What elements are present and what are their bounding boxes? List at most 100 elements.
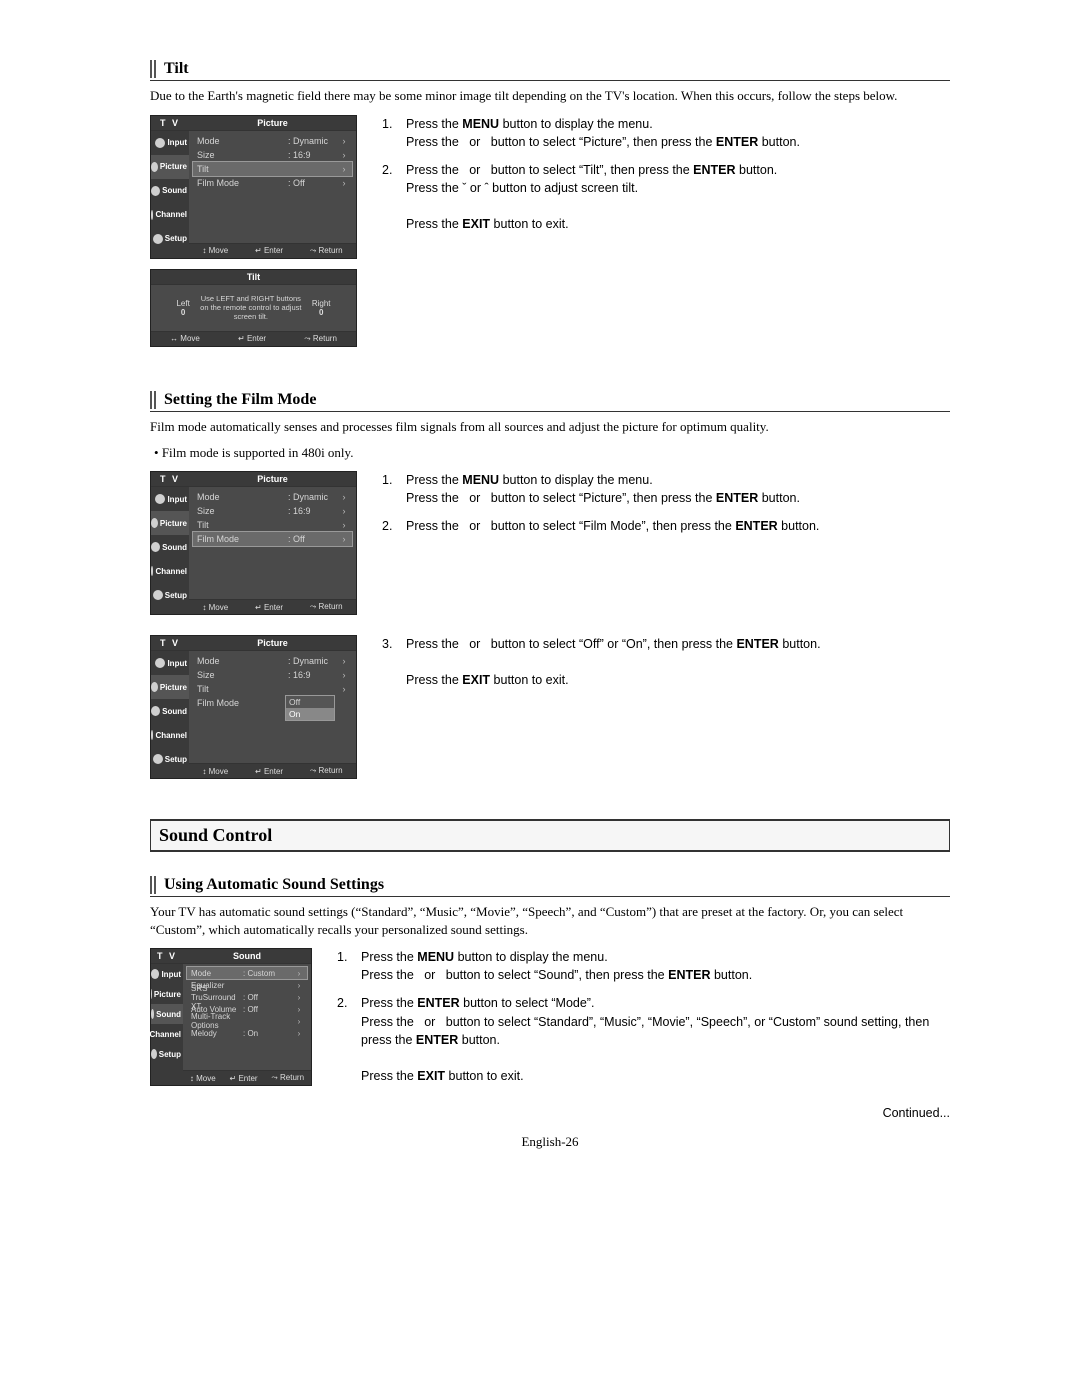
osd-tv-label: T V	[151, 949, 183, 963]
section-intro: Due to the Earth's magnetic field there …	[150, 87, 950, 105]
osd-footer: ↕ Move↵ Enter⤳ Return	[189, 763, 356, 778]
osd-main: Mode: Custom› Equalizer› SRS TruSurround…	[183, 964, 311, 1085]
osd-title: Picture	[189, 116, 356, 130]
side-setup: Setup	[151, 583, 189, 607]
side-channel: Channel	[151, 203, 189, 227]
section-heading-tilt: Tilt	[150, 60, 950, 78]
tilt-message: Use LEFT and RIGHT buttons on the remote…	[196, 294, 306, 321]
osd-sidebar: Input Picture Sound Channel Setup	[151, 487, 189, 614]
side-picture: Picture	[151, 155, 189, 179]
instruction-column: 1.Press the MENU button to display the m…	[337, 948, 950, 1096]
osd-column: T V Picture Input Picture Sound Channel …	[150, 471, 360, 625]
section-title-sound-control: Sound Control	[150, 819, 950, 852]
side-sound: Sound	[151, 1004, 183, 1024]
osd-row-selected: Tilt›	[193, 162, 352, 176]
arrow-icon: ›	[340, 178, 348, 188]
setup-icon	[153, 590, 163, 600]
osd-column: T V Picture Input Picture Sound Channel …	[150, 115, 360, 357]
tilt-left: Left 0	[176, 299, 189, 317]
picture-icon	[151, 162, 158, 172]
side-sound: Sound	[151, 179, 189, 203]
section-heading-filmmode: Setting the Film Mode	[150, 391, 950, 409]
arrow-icon: ›	[340, 136, 348, 146]
osd-footer: ↕ Move↵ Enter⤳ Return	[189, 599, 356, 614]
side-setup: Setup	[151, 227, 189, 251]
osd-row-selected: Mode: Custom›	[187, 967, 307, 979]
osd-row: Film Mode: Off›	[193, 176, 352, 190]
side-channel: Channel	[151, 559, 189, 583]
picture-icon	[151, 682, 158, 692]
osd-sidebar: Input Picture Sound Channel Setup	[151, 131, 189, 258]
osd-picture-filmmode-hl: T V Picture Input Picture Sound Channel …	[150, 471, 357, 615]
osd-main: Mode: Dynamic› Size: 16:9› Tilt› Film Mo…	[189, 131, 356, 258]
instruction-column: 3.Press the or button to select “Off” or…	[382, 635, 950, 789]
note: • Film mode is supported in 480i only.	[154, 445, 950, 461]
side-setup: Setup	[151, 747, 189, 771]
dropdown-option-selected: On	[286, 708, 334, 720]
sound-icon	[151, 706, 160, 716]
setup-icon	[153, 234, 163, 244]
content-row: T V Picture Input Picture Sound Channel …	[150, 635, 950, 789]
content-row: T V Picture Input Picture Sound Channel …	[150, 115, 950, 357]
osd-row: Size: 16:9›	[193, 504, 352, 518]
section-intro: Film mode automatically senses and proce…	[150, 418, 950, 436]
content-row: T V Sound Input Picture Sound Channel Se…	[150, 948, 950, 1096]
input-icon	[155, 138, 165, 148]
osd-row: Size: 16:9›	[193, 668, 352, 682]
osd-row: Melody: On›	[187, 1027, 307, 1039]
side-setup: Setup	[151, 1044, 183, 1064]
section-heading-autosound: Using Automatic Sound Settings	[150, 876, 950, 894]
osd-row: SRS TruSurround XT: Off›	[187, 991, 307, 1003]
side-channel: Channel	[151, 1024, 183, 1044]
osd-row-selected: Film Mode: Off›	[193, 532, 352, 546]
dropdown-option: Off	[286, 696, 334, 708]
step: 1.Press the MENU button to display the m…	[337, 948, 950, 984]
osd-main: Mode: Dynamic› Size: 16:9› Tilt› Film Mo…	[189, 487, 356, 614]
osd-footer: ↕ Move ↵ Enter ⤳ Return	[189, 243, 356, 258]
instruction-column: 1.Press the MENU button to display the m…	[382, 471, 950, 625]
osd-title: Tilt	[151, 270, 356, 284]
osd-footer: ↔ Move ↵ Enter ⤳ Return	[151, 331, 356, 346]
side-input: Input	[151, 651, 189, 675]
setup-icon	[151, 1049, 157, 1059]
content-row: T V Picture Input Picture Sound Channel …	[150, 471, 950, 625]
side-picture: Picture	[151, 984, 183, 1004]
side-input: Input	[151, 964, 183, 984]
rule	[150, 896, 950, 897]
osd-column: T V Sound Input Picture Sound Channel Se…	[150, 948, 315, 1096]
tilt-right: Right 0	[312, 299, 331, 317]
picture-icon	[151, 989, 152, 999]
input-icon	[155, 494, 165, 504]
osd-row: Mode: Dynamic›	[193, 654, 352, 668]
osd-row: Tilt›	[193, 682, 352, 696]
osd-row: Mode: Dynamic›	[193, 490, 352, 504]
step: 3.Press the or button to select “Off” or…	[382, 635, 950, 689]
osd-tv-label: T V	[151, 116, 189, 130]
setup-icon	[153, 754, 163, 764]
rule	[150, 411, 950, 412]
side-sound: Sound	[151, 699, 189, 723]
channel-icon	[151, 566, 153, 576]
continued-label: Continued...	[150, 1106, 950, 1120]
osd-dropdown: Off On	[285, 695, 335, 721]
osd-row: Size: 16:9›	[193, 148, 352, 162]
tilt-slider: Left 0 Use LEFT and RIGHT buttons on the…	[151, 285, 356, 331]
sound-icon	[151, 186, 160, 196]
input-icon	[151, 969, 159, 979]
osd-tv-label: T V	[151, 472, 189, 486]
instruction-column: 1.Press the MENU button to display the m…	[382, 115, 950, 357]
arrow-icon: ›	[340, 164, 348, 174]
osd-column: T V Picture Input Picture Sound Channel …	[150, 635, 360, 789]
arrow-icon: ›	[340, 150, 348, 160]
step: 1.Press the MENU button to display the m…	[382, 115, 950, 151]
input-icon	[155, 658, 165, 668]
osd-sidebar: Input Picture Sound Channel Setup	[151, 651, 189, 778]
side-channel: Channel	[151, 723, 189, 747]
side-picture: Picture	[151, 511, 189, 535]
osd-sound: T V Sound Input Picture Sound Channel Se…	[150, 948, 312, 1086]
step: 1.Press the MENU button to display the m…	[382, 471, 950, 507]
osd-footer: ↕ Move↵ Enter⤳ Return	[183, 1070, 311, 1085]
sound-icon	[151, 542, 160, 552]
rule	[150, 80, 950, 81]
osd-tilt-adjust: Tilt Left 0 Use LEFT and RIGHT buttons o…	[150, 269, 357, 347]
